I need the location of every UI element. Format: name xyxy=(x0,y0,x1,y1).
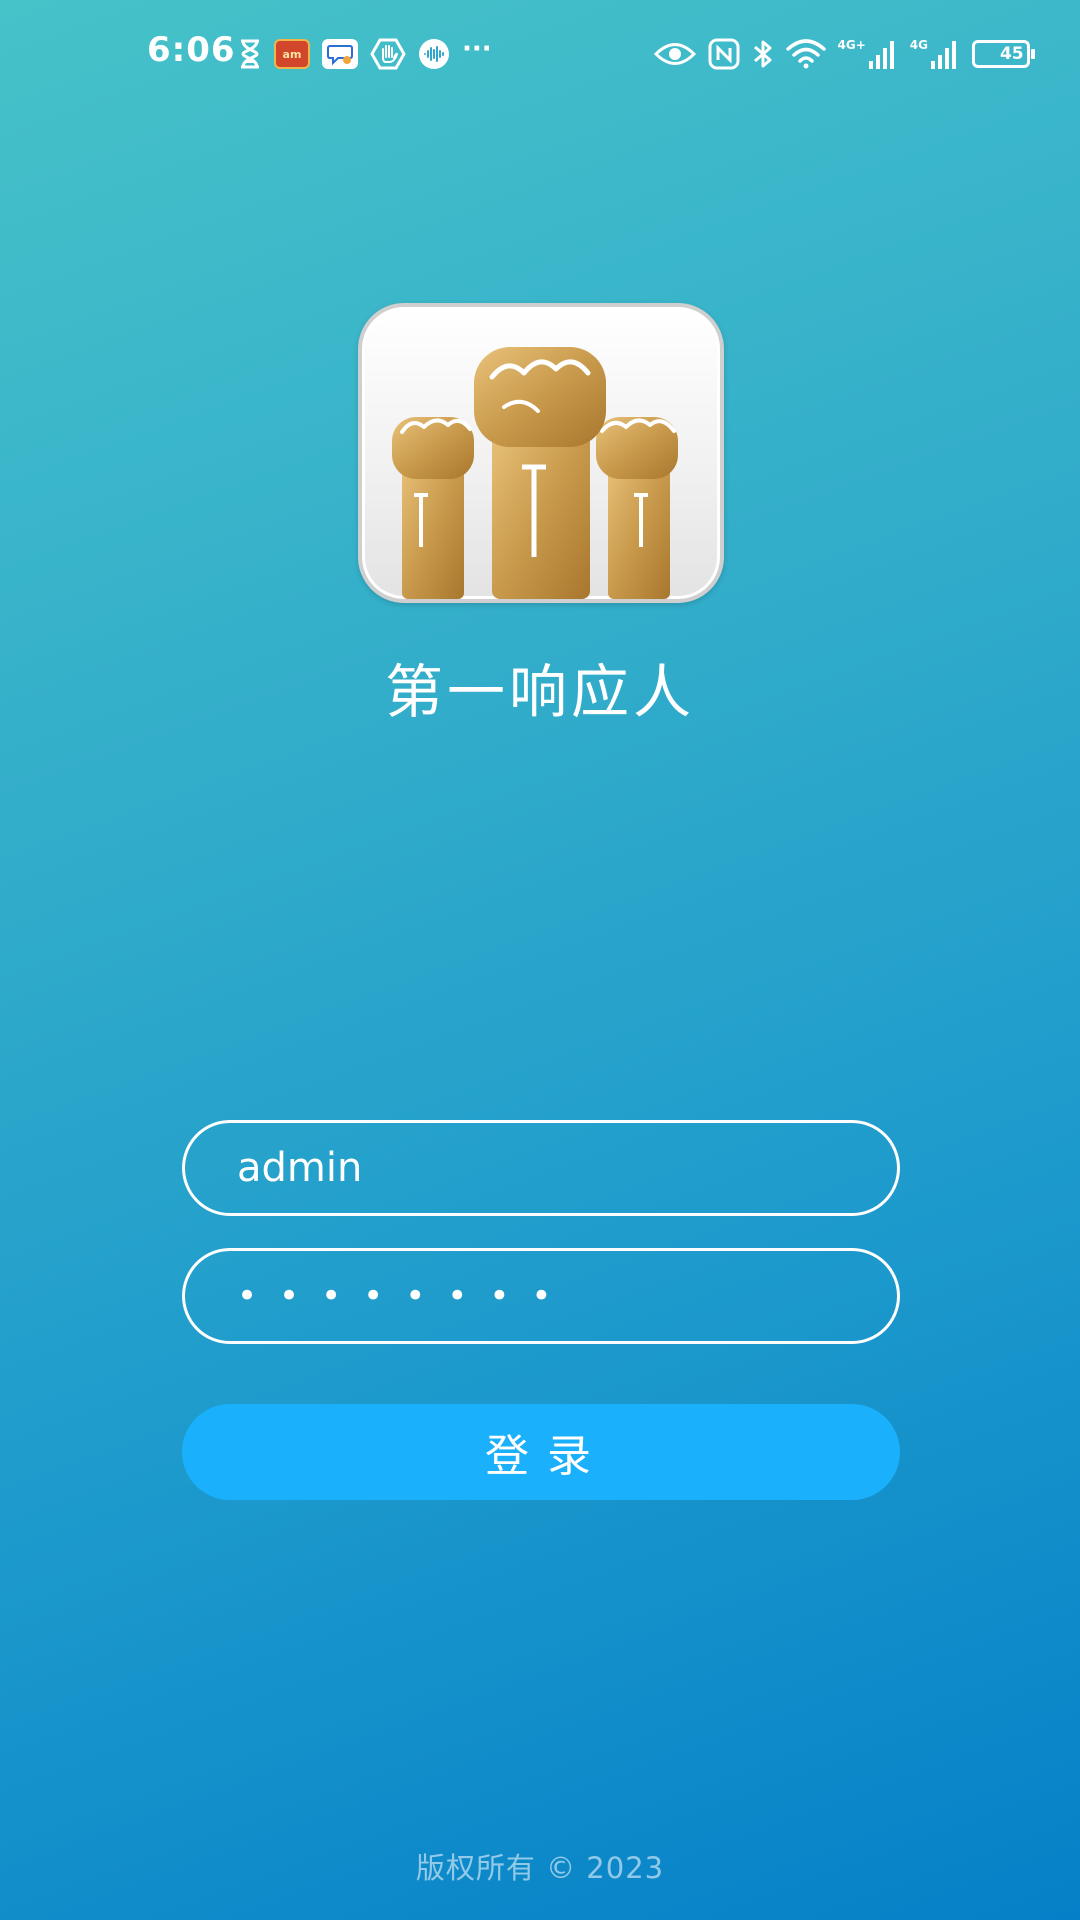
password-field[interactable] xyxy=(182,1248,900,1344)
signal-2-icon: 4G xyxy=(910,39,960,69)
nfc-icon xyxy=(708,38,740,70)
network-2-label: 4G xyxy=(909,38,928,52)
copyright-text: 版权所有 © 2023 xyxy=(415,1851,665,1885)
app-logo xyxy=(358,303,724,603)
wifi-icon xyxy=(785,39,826,69)
network-1-label: 4G+ xyxy=(837,38,866,52)
login-button[interactable]: 登录 xyxy=(182,1404,900,1500)
app-title: 第一响应人 xyxy=(384,658,695,726)
battery-icon: 45 xyxy=(972,40,1035,68)
battery-level: 45 xyxy=(999,44,1024,64)
hand-icon xyxy=(370,38,406,70)
signal-1-icon: 4G+ xyxy=(838,39,898,69)
bluetooth-icon xyxy=(752,38,774,70)
hourglass-icon xyxy=(238,39,262,69)
username-field[interactable] xyxy=(182,1120,900,1216)
voice-icon xyxy=(418,38,450,70)
eye-icon xyxy=(653,41,696,67)
raised-fists-icon xyxy=(392,347,678,599)
status-bar: 6:06 am ··· 4G+ 4G 45 xyxy=(0,0,1080,110)
status-system-icons: 4G+ 4G 45 xyxy=(653,36,1035,72)
message-icon xyxy=(322,39,358,69)
app-badge-icon: am xyxy=(274,39,310,69)
more-icon: ··· xyxy=(462,34,492,64)
status-notification-icons: am ··· xyxy=(238,36,492,72)
password-input[interactable] xyxy=(237,1251,837,1341)
status-time: 6:06 xyxy=(147,30,236,70)
username-input[interactable] xyxy=(237,1123,837,1213)
